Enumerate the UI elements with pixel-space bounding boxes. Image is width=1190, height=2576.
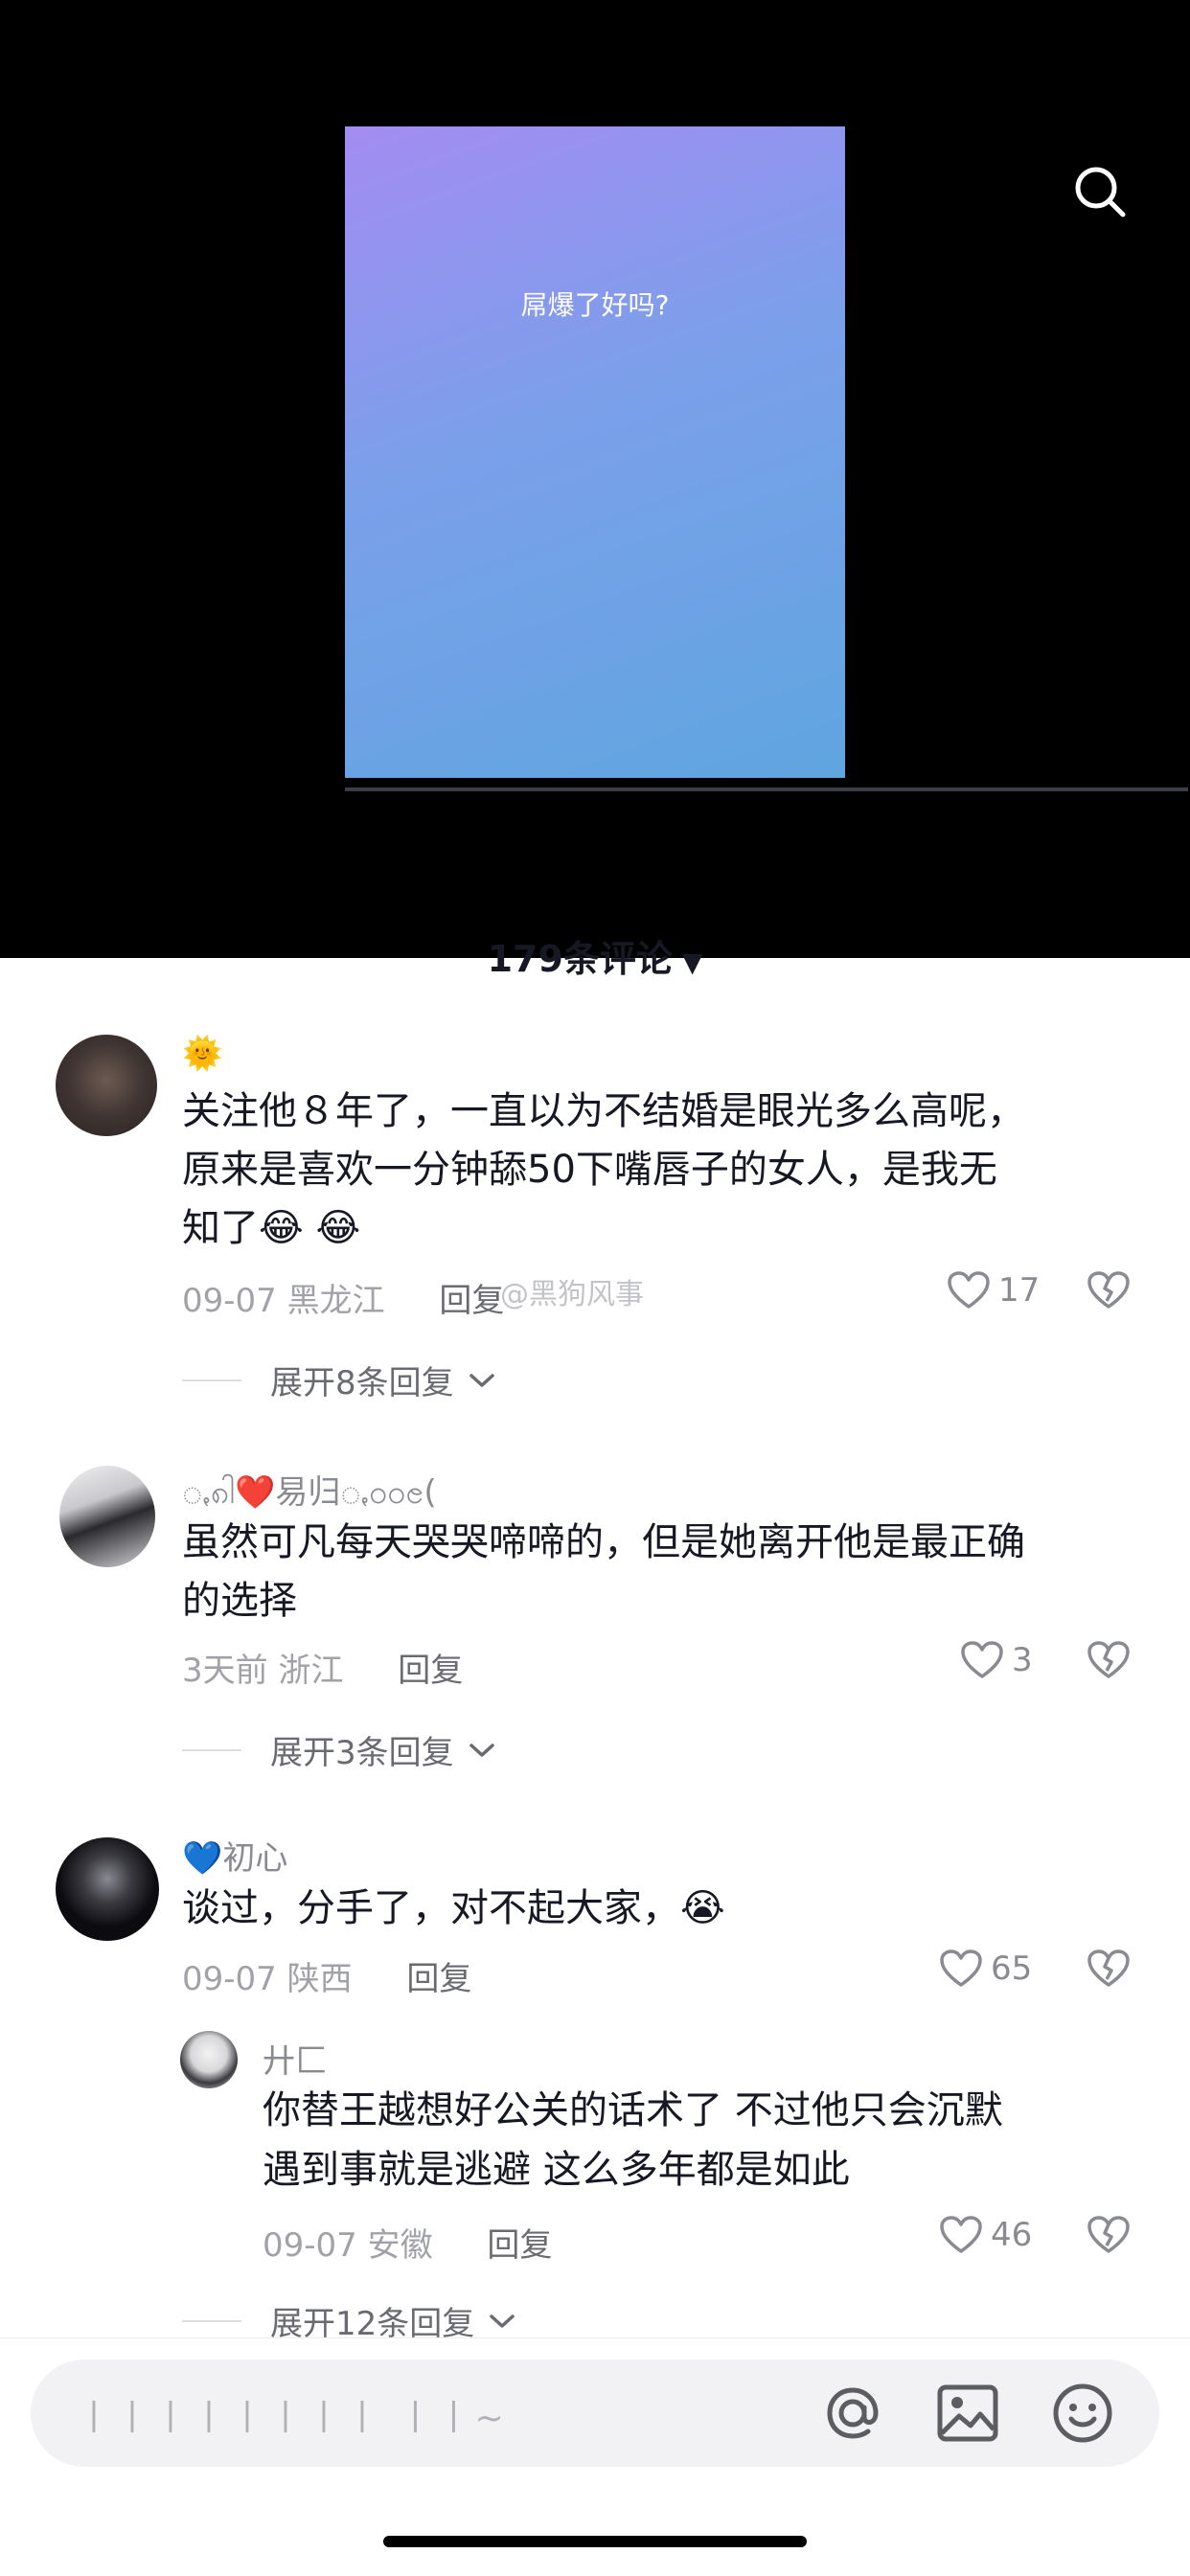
search-button[interactable]: [1062, 153, 1138, 230]
avatar[interactable]: [56, 1837, 159, 1941]
mention-button[interactable]: [814, 2375, 891, 2451]
comment-count-label: 179条评论: [487, 938, 673, 980]
dislike-button[interactable]: [1087, 1270, 1131, 1314]
comment-location: 浙江: [278, 1652, 344, 1690]
comment-meta: 09-07 黑龙江 回复: [182, 1274, 504, 1321]
avatar[interactable]: [59, 1466, 155, 1567]
comment-text: 关注他８年了，一直以为不结婚是眼光多么高呢， 原来是喜欢一分钟舔50下嘴唇子的女…: [182, 1083, 1140, 1258]
dislike-button[interactable]: [1087, 1949, 1131, 1993]
home-indicator[interactable]: [383, 2536, 807, 2547]
heart-icon: [961, 1641, 1003, 1678]
dislike-icon: [1087, 1271, 1130, 1309]
expand-replies-label: 展开3条回复: [270, 1734, 454, 1772]
comment-text-line: 关注他８年了，一直以为不结婚是眼光多么高呢，: [182, 1089, 1025, 1133]
divider: [182, 1379, 241, 1381]
reply-button[interactable]: 回复: [487, 2226, 552, 2265]
comment-text-line: 虽然可凡每天哭哭啼啼的，但是她离开他是最正确: [182, 1520, 1025, 1564]
reply-text-line: 遇到事就是逃避 这么多年都是如此: [263, 2148, 850, 2192]
comment-username[interactable]: ꩻ၈ါ❤️易归ꩻ၀ဝၔ(: [182, 1466, 437, 1519]
chevron-down-icon: [490, 2314, 515, 2328]
like-count: 17: [998, 1271, 1041, 1310]
like-button[interactable]: 17: [947, 1270, 1040, 1311]
reply-username[interactable]: 廾匚: [263, 2035, 328, 2082]
video-progress-bar[interactable]: [345, 787, 1188, 791]
reply-location: 安徽: [367, 2226, 433, 2265]
reply-date: 09-07: [263, 2226, 357, 2265]
caret-down-icon: ▼: [681, 946, 703, 978]
reply-meta: 09-07 安徽 回复: [263, 2219, 552, 2266]
like-count: 65: [991, 1949, 1033, 1988]
avatar[interactable]: [56, 1035, 157, 1136]
comment-text: 谈过，分手了，对不起大家，😭: [182, 1880, 1140, 1938]
reply-text-line: 你替王越想好公关的话术了 不过他只会沉默: [263, 2088, 1003, 2132]
comment-date: 09-07: [182, 1282, 277, 1320]
chevron-down-icon: [469, 1373, 494, 1387]
at-icon: [827, 2387, 879, 2439]
video-frame[interactable]: 屌爆了好吗?: [345, 126, 845, 778]
comment-input-bar: 丨丨丨丨丨丨丨丨 丨丨~: [0, 2337, 1190, 2576]
comment-username[interactable]: 🌞: [182, 1035, 222, 1073]
comment-location: 陕西: [286, 1960, 353, 1998]
dislike-icon: [1087, 2216, 1130, 2253]
heart-icon: [940, 1949, 982, 1987]
expand-replies-button[interactable]: 展开8条回复: [182, 1356, 496, 1403]
heart-icon: [948, 1271, 990, 1309]
like-count: 46: [991, 2216, 1033, 2254]
emoji-icon: [1053, 2383, 1112, 2443]
video-caption: 屌爆了好吗?: [520, 289, 670, 321]
comment-input[interactable]: 丨丨丨丨丨丨丨丨 丨丨~: [31, 2359, 1159, 2467]
like-button[interactable]: 3: [960, 1640, 1033, 1680]
like-count: 3: [1012, 1641, 1033, 1679]
comment-text: 虽然可凡每天哭哭啼啼的，但是她离开他是最正确 的选择: [182, 1514, 1140, 1630]
comment-text-line: 知了😂 😂: [182, 1206, 361, 1250]
dislike-icon: [1087, 1949, 1130, 1987]
dislike-button[interactable]: [1087, 1640, 1131, 1684]
comment-text-line: 谈过，分手了，对不起大家，😭: [182, 1886, 725, 1930]
watermark: @黑狗风事: [500, 1278, 644, 1311]
chevron-down-icon: [469, 1743, 494, 1757]
comment-username[interactable]: 💙初心: [182, 1832, 287, 1879]
comment-meta: 09-07 陕西 回复: [182, 1952, 471, 1999]
comment-text-line: 原来是喜欢一分钟舔50下嘴唇子的女人，是我无: [182, 1148, 997, 1192]
search-icon: [1075, 167, 1126, 217]
dislike-button[interactable]: [1087, 2215, 1131, 2259]
heart-icon: [940, 2216, 982, 2253]
image-button[interactable]: [929, 2375, 1006, 2451]
dislike-icon: [1087, 1641, 1130, 1678]
image-icon: [937, 2384, 998, 2442]
divider: [182, 2319, 241, 2322]
expand-replies-button[interactable]: 展开3条回复: [182, 1726, 496, 1773]
reply-button[interactable]: 回复: [439, 1282, 504, 1320]
emoji-button[interactable]: [1044, 2375, 1121, 2451]
comment-count-header[interactable]: 179条评论 ▼: [0, 929, 1190, 982]
avatar[interactable]: [180, 2031, 238, 2088]
like-button[interactable]: 46: [939, 2215, 1032, 2255]
like-button[interactable]: 65: [939, 1949, 1032, 1989]
comment-input-placeholder: 丨丨丨丨丨丨丨丨 丨丨~: [77, 2399, 508, 2438]
comment-text-line: 的选择: [182, 1579, 297, 1623]
reply-button[interactable]: 回复: [398, 1652, 463, 1690]
reply-button[interactable]: 回复: [406, 1960, 471, 1998]
expand-replies-label: 展开8条回复: [270, 1364, 454, 1402]
comment-meta: 3天前 浙江 回复: [182, 1644, 463, 1691]
comment-date: 09-07: [182, 1960, 277, 1998]
reply-text: 你替王越想好公关的话术了 不过他只会沉默 遇到事就是逃避 这么多年都是如此: [263, 2081, 1144, 2200]
comment-location: 黑龙江: [286, 1282, 385, 1320]
comment-date: 3天前: [182, 1652, 268, 1690]
divider: [182, 1748, 241, 1751]
